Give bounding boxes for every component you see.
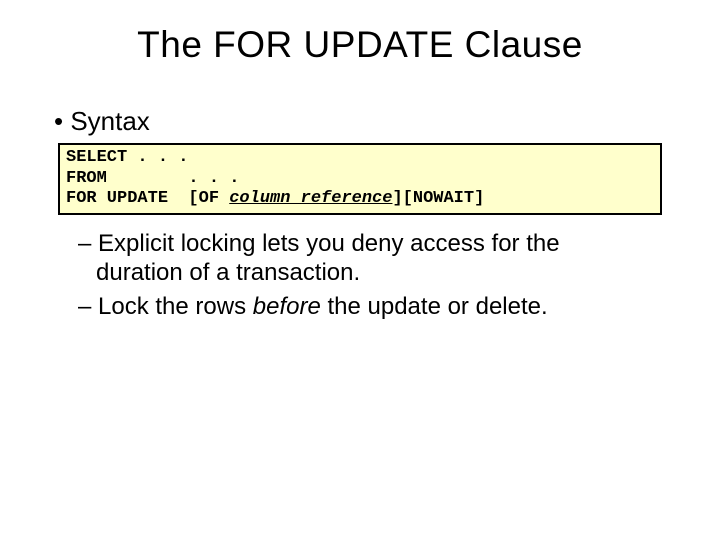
syntax-heading: • Syntax — [54, 106, 680, 137]
code-column-reference: column_reference — [229, 189, 392, 208]
point-lock-rows: – Lock the rows before the update or del… — [78, 292, 630, 321]
slide-title: The FOR UPDATE Clause — [40, 24, 680, 66]
point-lock-rows-b: the update or delete. — [321, 293, 548, 320]
code-line-2: FROM . . . — [66, 169, 239, 188]
code-line-3b: ][NOWAIT] — [392, 189, 484, 208]
point-explicit-locking: – Explicit locking lets you deny access … — [78, 229, 630, 288]
code-line-1: SELECT . . . — [66, 148, 188, 167]
code-line-3a: FOR UPDATE [OF — [66, 189, 229, 208]
syntax-code-box: SELECT . . . FROM . . . FOR UPDATE [OF c… — [58, 143, 662, 215]
point-lock-rows-a: – Lock the rows — [78, 293, 253, 320]
point-lock-rows-em: before — [253, 293, 321, 320]
slide: The FOR UPDATE Clause • Syntax SELECT . … — [0, 0, 720, 540]
